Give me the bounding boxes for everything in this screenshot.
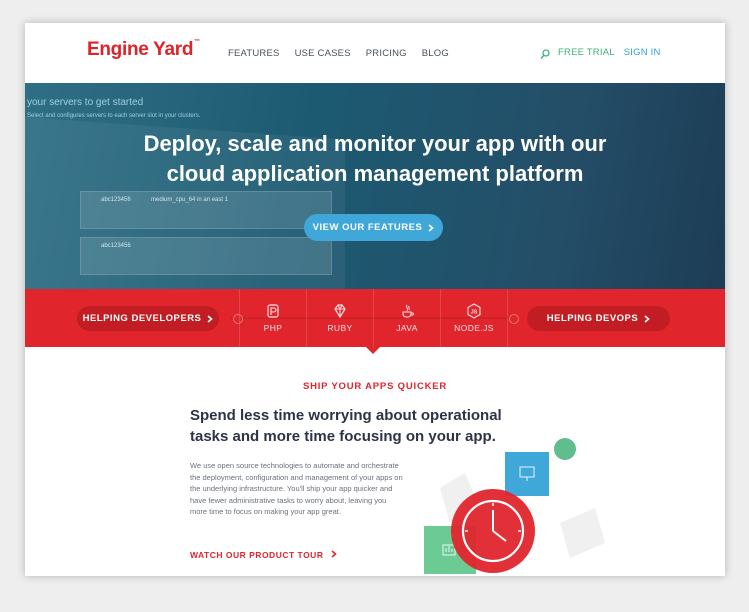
svg-text:JS: JS xyxy=(471,310,478,316)
language-band: HELPING DEVELOPERS PHP RUBY JAVA JS NODE… xyxy=(25,289,725,347)
section-eyebrow: SHIP YOUR APPS QUICKER xyxy=(302,381,448,392)
hero-title-line: cloud application management platform xyxy=(166,161,584,186)
site-header: Engine Yard™ FEATURES USE CASES PRICING … xyxy=(25,23,725,83)
chevron-right-icon xyxy=(207,314,214,323)
language-ruby[interactable]: RUBY xyxy=(306,289,373,347)
free-trial-link[interactable]: FREE TRIAL xyxy=(558,47,615,58)
nav-features[interactable]: FEATURES xyxy=(228,48,280,59)
language-java[interactable]: JAVA xyxy=(373,289,440,347)
product-tour-link[interactable]: WATCH OUR PRODUCT TOUR xyxy=(190,550,338,560)
browser-frame: Engine Yard™ FEATURES USE CASES PRICING … xyxy=(25,23,725,576)
php-icon xyxy=(267,304,279,318)
product-tour-label: WATCH OUR PRODUCT TOUR xyxy=(190,550,324,560)
hero-screen-row: abc123456 medium_cpu_64 in an east 1 xyxy=(80,191,332,229)
logo-text: Engine Yard xyxy=(87,39,194,60)
helping-developers-label: HELPING DEVELOPERS xyxy=(82,313,202,324)
hero-screen-text: your servers to get started xyxy=(27,97,144,108)
view-features-label: VIEW OUR FEATURES xyxy=(312,222,423,233)
language-label: RUBY xyxy=(327,323,353,333)
helping-devops-button[interactable]: HELPING DEVOPS xyxy=(527,306,670,331)
monitor-tile xyxy=(505,452,549,496)
sign-in-link[interactable]: SIGN IN xyxy=(624,47,661,58)
view-features-button[interactable]: VIEW OUR FEATURES xyxy=(304,214,443,241)
language-label: PHP xyxy=(263,323,283,333)
hero-screen-row: abc123456 xyxy=(80,237,332,275)
hero-title-line: Deploy, scale and monitor your app with … xyxy=(143,131,607,156)
chevron-right-icon xyxy=(644,314,650,323)
engine-yard-logo[interactable]: Engine Yard™ xyxy=(87,39,200,61)
java-icon xyxy=(402,304,414,318)
ruby-icon xyxy=(334,304,346,319)
helping-developers-button[interactable]: HELPING DEVELOPERS xyxy=(77,306,219,331)
clock-illustration xyxy=(424,438,605,574)
hero-screen-subtext: Select and configures servers to each se… xyxy=(27,113,201,119)
nav-blog[interactable]: BLOG xyxy=(422,48,449,59)
helping-devops-label: HELPING DEVOPS xyxy=(546,313,639,324)
nav-use-cases[interactable]: USE CASES xyxy=(295,48,351,59)
nodejs-icon: JS xyxy=(467,303,481,319)
main-nav: FEATURES USE CASES PRICING BLOG xyxy=(228,48,449,59)
connector-node xyxy=(509,314,519,324)
section-body: We use open source technologies to autom… xyxy=(190,461,403,516)
header-actions: FREE TRIAL SIGN IN xyxy=(540,47,661,59)
illustration-shape xyxy=(560,508,605,558)
search-icon[interactable] xyxy=(540,47,550,59)
logo-trademark: ™ xyxy=(194,39,200,45)
chevron-right-icon xyxy=(428,223,435,232)
hero-row-id: abc123456 xyxy=(101,197,131,203)
nav-pricing[interactable]: PRICING xyxy=(366,48,407,59)
band-pointer xyxy=(366,347,380,354)
language-label: JAVA xyxy=(396,323,418,333)
hero-row-id: abc123456 xyxy=(101,243,131,249)
chevron-right-icon xyxy=(331,550,338,558)
green-dot xyxy=(554,438,576,460)
hero-title: Deploy, scale and monitor your app with … xyxy=(25,129,725,189)
hero-row-meta: medium_cpu_64 in an east 1 xyxy=(151,197,229,203)
language-nodejs[interactable]: JS NODE.JS xyxy=(440,289,508,347)
hero-banner: your servers to get started Select and c… xyxy=(25,83,725,289)
language-php[interactable]: PHP xyxy=(239,289,306,347)
language-label: NODE.JS xyxy=(454,323,494,333)
